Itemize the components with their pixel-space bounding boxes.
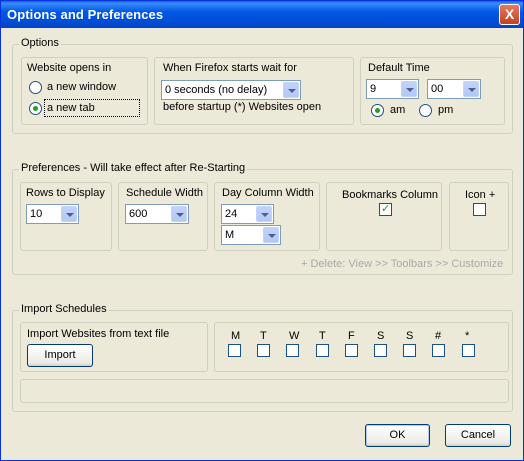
hour-select[interactable]: 9	[366, 79, 419, 99]
new-window-radio[interactable]	[29, 81, 42, 94]
day-label: #	[435, 330, 442, 342]
new-window-label[interactable]: a new window	[47, 81, 116, 93]
day-column-unit-select[interactable]: M	[221, 225, 281, 245]
hour-value: 9	[370, 83, 377, 95]
rows-to-display-select[interactable]: 10	[26, 204, 79, 224]
day-column-width-select[interactable]: 24	[221, 204, 274, 224]
cancel-button-label: Cancel	[460, 429, 496, 441]
pm-label[interactable]: pm	[438, 104, 453, 116]
ok-button[interactable]: OK	[365, 424, 430, 447]
day-checkbox[interactable]	[432, 344, 445, 357]
ok-button-label: OK	[389, 429, 406, 441]
bookmarks-column-checkbox[interactable]	[379, 202, 392, 216]
chevron-down-icon	[463, 81, 479, 97]
day-checkbox[interactable]	[345, 344, 358, 357]
cancel-button[interactable]: Cancel	[445, 424, 511, 447]
icon-plus-box: Icon +	[449, 182, 509, 251]
startup-delay-select[interactable]: 0 seconds (no delay)	[161, 80, 301, 100]
bookmarks-column-box: Bookmarks Column	[326, 182, 442, 251]
day-checkbox[interactable]	[403, 344, 416, 357]
day-label: T	[319, 330, 326, 342]
window-title: Options and Preferences	[7, 7, 164, 22]
day-checkbox[interactable]	[316, 344, 329, 357]
day-checkboxes-box: M T W T F S S # *	[214, 322, 509, 372]
day-label: F	[348, 330, 355, 342]
chevron-down-icon	[61, 206, 77, 222]
am-radio[interactable]	[371, 104, 384, 117]
day-label: S	[406, 330, 414, 342]
website-opens-box: Website opens in a new window a new tab	[21, 57, 148, 125]
chevron-down-icon	[283, 82, 299, 98]
preferences-legend: Preferences - Will take effect after Re-…	[19, 162, 248, 174]
day-column-unit-value: M	[225, 229, 235, 241]
day-label: W	[289, 330, 300, 342]
startup-delay-value: 0 seconds (no delay)	[165, 84, 268, 96]
chevron-down-icon	[263, 227, 279, 243]
day-column-width-box: Day Column Width 24 M	[214, 182, 320, 251]
rows-to-display-label: Rows to Display	[26, 187, 105, 199]
options-legend: Options	[19, 37, 61, 49]
day-checkbox[interactable]	[286, 344, 299, 357]
chevron-down-icon	[401, 81, 417, 97]
day-label: T	[260, 330, 267, 342]
day-label: S	[377, 330, 385, 342]
title-bar: Options and Preferences X	[1, 1, 523, 28]
day-column-width-value: 24	[225, 208, 238, 220]
new-tab-radio[interactable]	[29, 102, 42, 115]
minute-value: 00	[431, 83, 444, 95]
minute-select[interactable]: 00	[427, 79, 481, 99]
chevron-down-icon	[256, 206, 272, 222]
default-time-label: Default Time	[368, 62, 430, 74]
day-column-width-label: Day Column Width	[222, 187, 314, 199]
day-label: *	[465, 330, 470, 342]
new-tab-label[interactable]: a new tab	[47, 102, 95, 114]
options-dialog: Options and Preferences X Options Websit…	[0, 0, 524, 461]
icon-plus-checkbox[interactable]	[473, 203, 486, 216]
chevron-down-icon	[171, 206, 187, 222]
import-button-label: Import	[44, 349, 76, 361]
day-checkbox[interactable]	[228, 344, 241, 357]
day-label: M	[231, 330, 241, 342]
schedule-width-box: Schedule Width 600	[118, 182, 208, 251]
rows-to-display-box: Rows to Display 10	[20, 182, 112, 251]
am-label[interactable]: am	[390, 104, 405, 116]
rows-to-display-value: 10	[30, 208, 43, 220]
website-opens-label: Website opens in	[27, 62, 112, 74]
default-time-box: Default Time 9 00 am pm	[360, 57, 505, 125]
schedule-width-label: Schedule Width	[126, 187, 204, 199]
import-file-box: Import Websites from text file Import	[20, 322, 208, 372]
firefox-wait-label: When Firefox starts wait for	[163, 62, 297, 74]
schedule-width-select[interactable]: 600	[125, 204, 189, 224]
bookmarks-column-label: Bookmarks Column	[342, 189, 438, 201]
firefox-wait-after-label: before startup (*) Websites open	[163, 101, 322, 113]
day-checkbox[interactable]	[462, 344, 475, 357]
day-checkbox[interactable]	[257, 344, 270, 357]
pm-radio[interactable]	[419, 104, 432, 117]
import-button[interactable]: Import	[27, 344, 93, 367]
day-checkbox[interactable]	[374, 344, 387, 357]
import-status-bar	[20, 379, 509, 403]
icon-plus-label: Icon +	[465, 189, 496, 201]
firefox-wait-box: When Firefox starts wait for 0 seconds (…	[154, 57, 354, 125]
customize-hint: + Delete: View >> Toolbars >> Customize	[301, 258, 504, 270]
schedule-width-value: 600	[129, 208, 148, 220]
import-schedules-legend: Import Schedules	[19, 303, 109, 315]
close-button[interactable]: X	[499, 4, 520, 25]
import-file-label: Import Websites from text file	[27, 328, 170, 340]
